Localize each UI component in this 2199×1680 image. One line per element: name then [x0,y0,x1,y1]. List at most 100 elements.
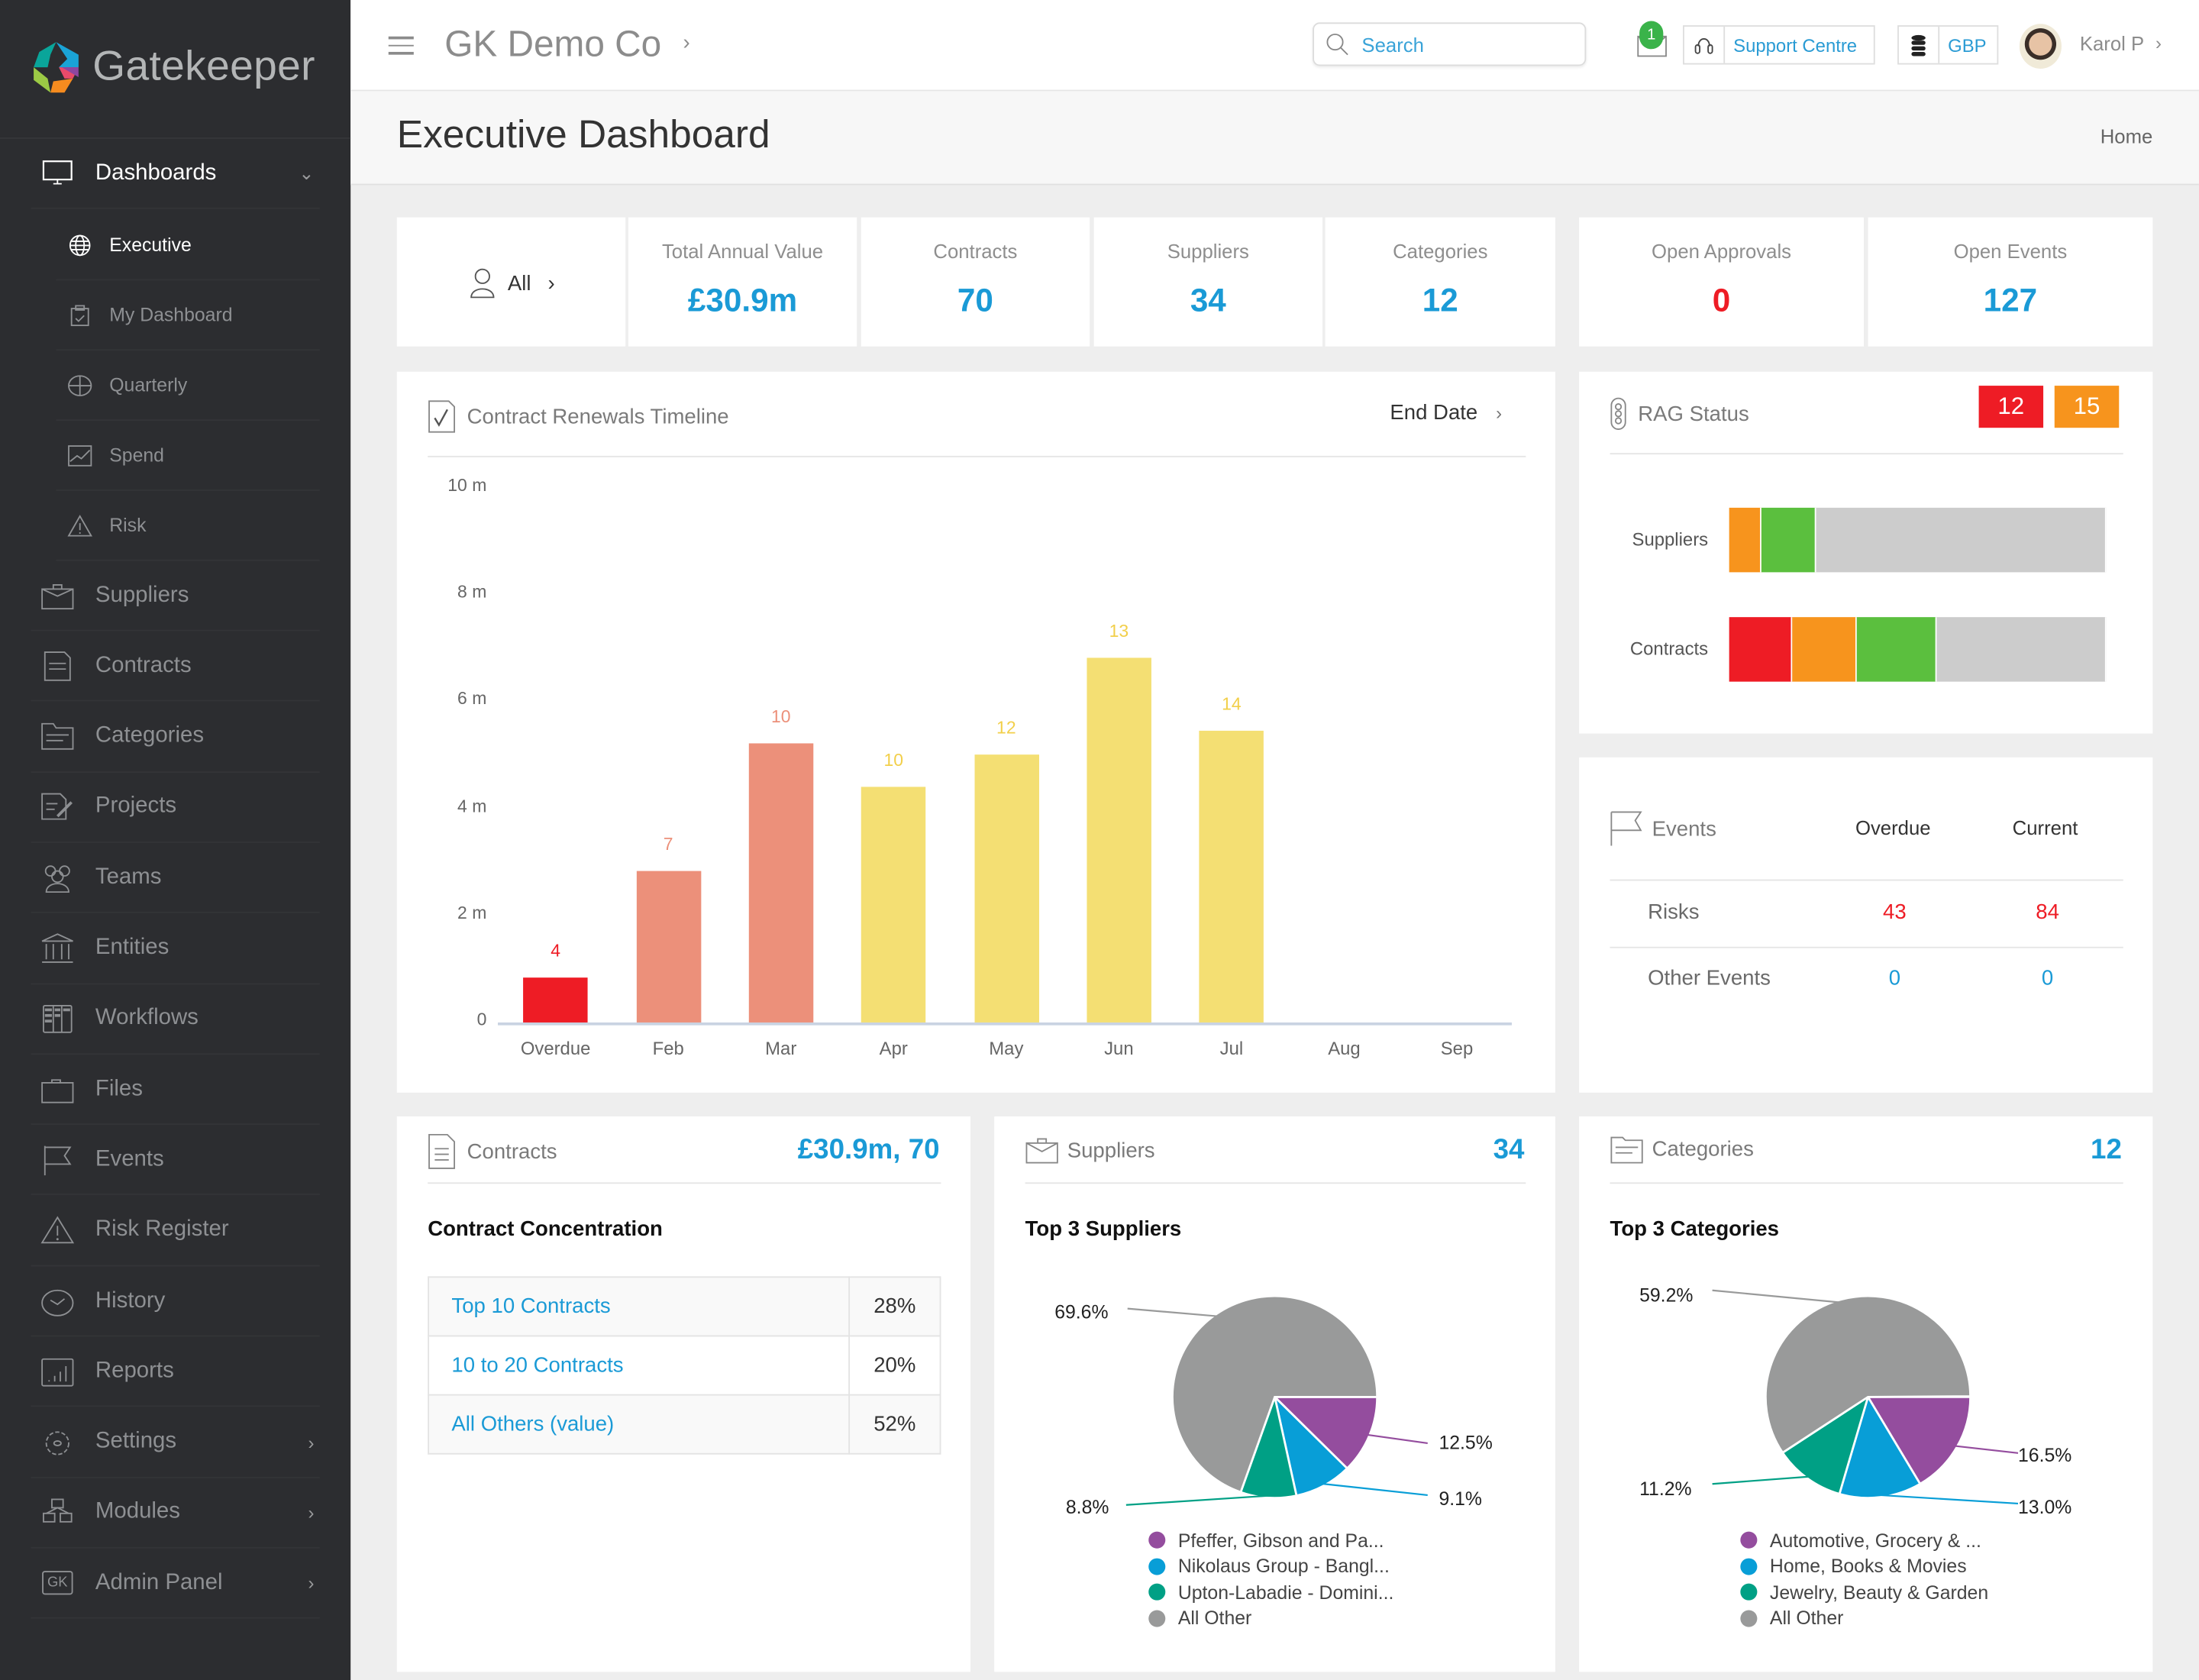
legend-item[interactable]: Jewelry, Beauty & Garden [1740,1579,1988,1605]
rag-segment-none[interactable] [1937,617,2107,682]
kpi-suppliers[interactable]: Suppliers 34 [1093,217,1323,347]
kpi-contracts[interactable]: Contracts 70 [861,217,1090,347]
pie-data-label: 8.8% [1065,1496,1109,1518]
rag-segment-none[interactable] [1816,507,2107,573]
sidebar-item-dashboards[interactable]: Dashboards ⌄ [31,139,320,209]
user-avatar[interactable] [2019,24,2062,69]
legend-swatch [1148,1610,1166,1627]
y-tick-label: 2 m [457,903,487,923]
chevron-right-icon[interactable]: › [683,31,689,54]
legend-item[interactable]: Upton-Labadie - Domini... [1148,1579,1393,1605]
bar-chart-icon [39,1356,76,1387]
rag-segment-green[interactable] [1761,507,1816,573]
rag-amber-count-badge[interactable]: 15 [2054,386,2120,428]
bar-overdue[interactable] [523,977,588,1023]
legend-item[interactable]: All Other [1740,1605,1988,1631]
y-tick-label: 0 [476,1010,487,1030]
sidebar-item-teams[interactable]: Teams [31,843,320,914]
sidebar-subitem-executive[interactable]: Executive [56,211,320,281]
bar-mar[interactable] [748,743,813,1023]
other-events-overdue-count[interactable]: 0 [1867,966,1923,990]
sidebar-item-admin-panel[interactable]: GK Admin Panel › [31,1549,320,1619]
sidebar-item-entities[interactable]: Entities [31,914,320,984]
pie-leader-line [1127,1307,1217,1317]
concentration-link[interactable]: 10 to 20 Contracts [428,1335,851,1396]
folder-icon [39,1074,76,1104]
rag-contracts-bar[interactable] [1729,617,2107,682]
sidebar-item-history[interactable]: History [31,1267,320,1337]
bar-feb[interactable] [635,871,701,1023]
contracts-summary-value[interactable]: £30.9m, 70 [798,1135,940,1167]
rag-segment-amber[interactable] [1791,617,1858,682]
logo[interactable]: Gatekeeper [31,39,315,95]
legend-item[interactable]: All Other [1148,1605,1393,1631]
sidebar-item-events[interactable]: Events [31,1126,320,1196]
sidebar-item-projects[interactable]: Projects [31,773,320,843]
sidebar-item-categories[interactable]: Categories [31,702,320,773]
legend-item[interactable]: Home, Books & Movies [1740,1553,1988,1579]
support-centre-button[interactable]: Support Centre [1683,25,1875,65]
legend-label: All Other [1769,1607,1844,1629]
other-events-current-count[interactable]: 0 [2020,966,2075,990]
legend-swatch [1740,1558,1758,1575]
kpi-label: Contracts [933,240,1018,263]
chevron-right-icon: › [547,271,555,296]
folder-tree-icon [39,721,76,751]
card-title: RAG Status [1638,402,1749,426]
search-input[interactable] [1358,31,1575,57]
top-bar: GK Demo Co › 1 Support Centre GBP Karol … [350,0,2199,92]
bar-jul[interactable] [1199,730,1264,1023]
search-box[interactable] [1313,22,1587,66]
kpi-total-annual-value[interactable]: Total Annual Value £30.9m [628,217,857,347]
concentration-link[interactable]: All Others (value) [428,1394,851,1455]
user-name[interactable]: Karol P [2080,32,2144,54]
table-row: All Others (value) 52% [428,1394,941,1455]
breadcrumb-home[interactable]: Home [2101,124,2153,147]
concentration-link[interactable]: Top 10 Contracts [428,1276,851,1337]
sidebar-item-reports[interactable]: Reports [31,1337,320,1407]
hamburger-menu-icon[interactable] [388,36,414,54]
sidebar-item-modules[interactable]: Modules › [31,1478,320,1549]
divider [1610,946,2123,948]
chevron-right-icon: › [308,1572,315,1594]
kpi-open-events[interactable]: Open Events 127 [1868,217,2153,347]
rag-segment-amber[interactable] [1729,507,1762,573]
sidebar-item-label: Modules [95,1500,180,1524]
bar-apr[interactable] [861,787,926,1023]
bar-jun[interactable] [1087,657,1151,1023]
legend-swatch [1740,1532,1758,1549]
sidebar-item-settings[interactable]: Settings › [31,1407,320,1478]
sidebar-subitem-my-dashboard[interactable]: My Dashboard [56,280,320,351]
rag-segment-red[interactable] [1729,617,1792,682]
legend-label: Pfeffer, Gibson and Pa... [1177,1530,1384,1551]
sidebar-item-suppliers[interactable]: Suppliers [31,561,320,632]
kpi-categories[interactable]: Categories 12 [1325,217,1555,347]
sidebar-item-risk-register[interactable]: Risk Register [31,1196,320,1266]
sidebar-item-label: Categories [95,723,205,748]
company-name[interactable]: GK Demo Co [444,22,661,66]
kpi-open-approvals[interactable]: Open Approvals 0 [1579,217,1864,347]
currency-button[interactable]: GBP [1897,25,1999,65]
legend-item[interactable]: Nikolaus Group - Bangl... [1148,1553,1393,1579]
risks-current-count[interactable]: 84 [2020,900,2075,924]
risks-overdue-count[interactable]: 43 [1867,900,1923,924]
sidebar-item-label: Teams [95,864,162,889]
edit-document-icon [39,792,76,822]
divider [428,1182,941,1184]
rag-segment-green[interactable] [1857,617,1938,682]
sidebar-subitem-risk[interactable]: Risk [56,491,320,561]
sidebar-item-files[interactable]: Files [31,1055,320,1126]
sidebar-subitem-quarterly[interactable]: Quarterly [56,351,320,422]
sidebar-item-workflows[interactable]: Workflows [31,984,320,1055]
sidebar-item-contracts[interactable]: Contracts [31,632,320,702]
filter-all-button[interactable]: All › [396,217,626,347]
rag-suppliers-bar[interactable] [1729,507,2107,573]
sidebar-subitem-spend[interactable]: Spend [56,421,320,491]
bar-data-label: 14 [1222,694,1242,714]
legend-item[interactable]: Pfeffer, Gibson and Pa... [1148,1527,1393,1553]
chevron-right-icon: › [308,1501,315,1523]
legend-item[interactable]: Automotive, Grocery & ... [1740,1527,1988,1553]
chevron-right-icon[interactable]: › [2155,32,2162,53]
bar-may[interactable] [974,754,1039,1023]
rag-red-count-badge[interactable]: 12 [1978,386,2044,428]
